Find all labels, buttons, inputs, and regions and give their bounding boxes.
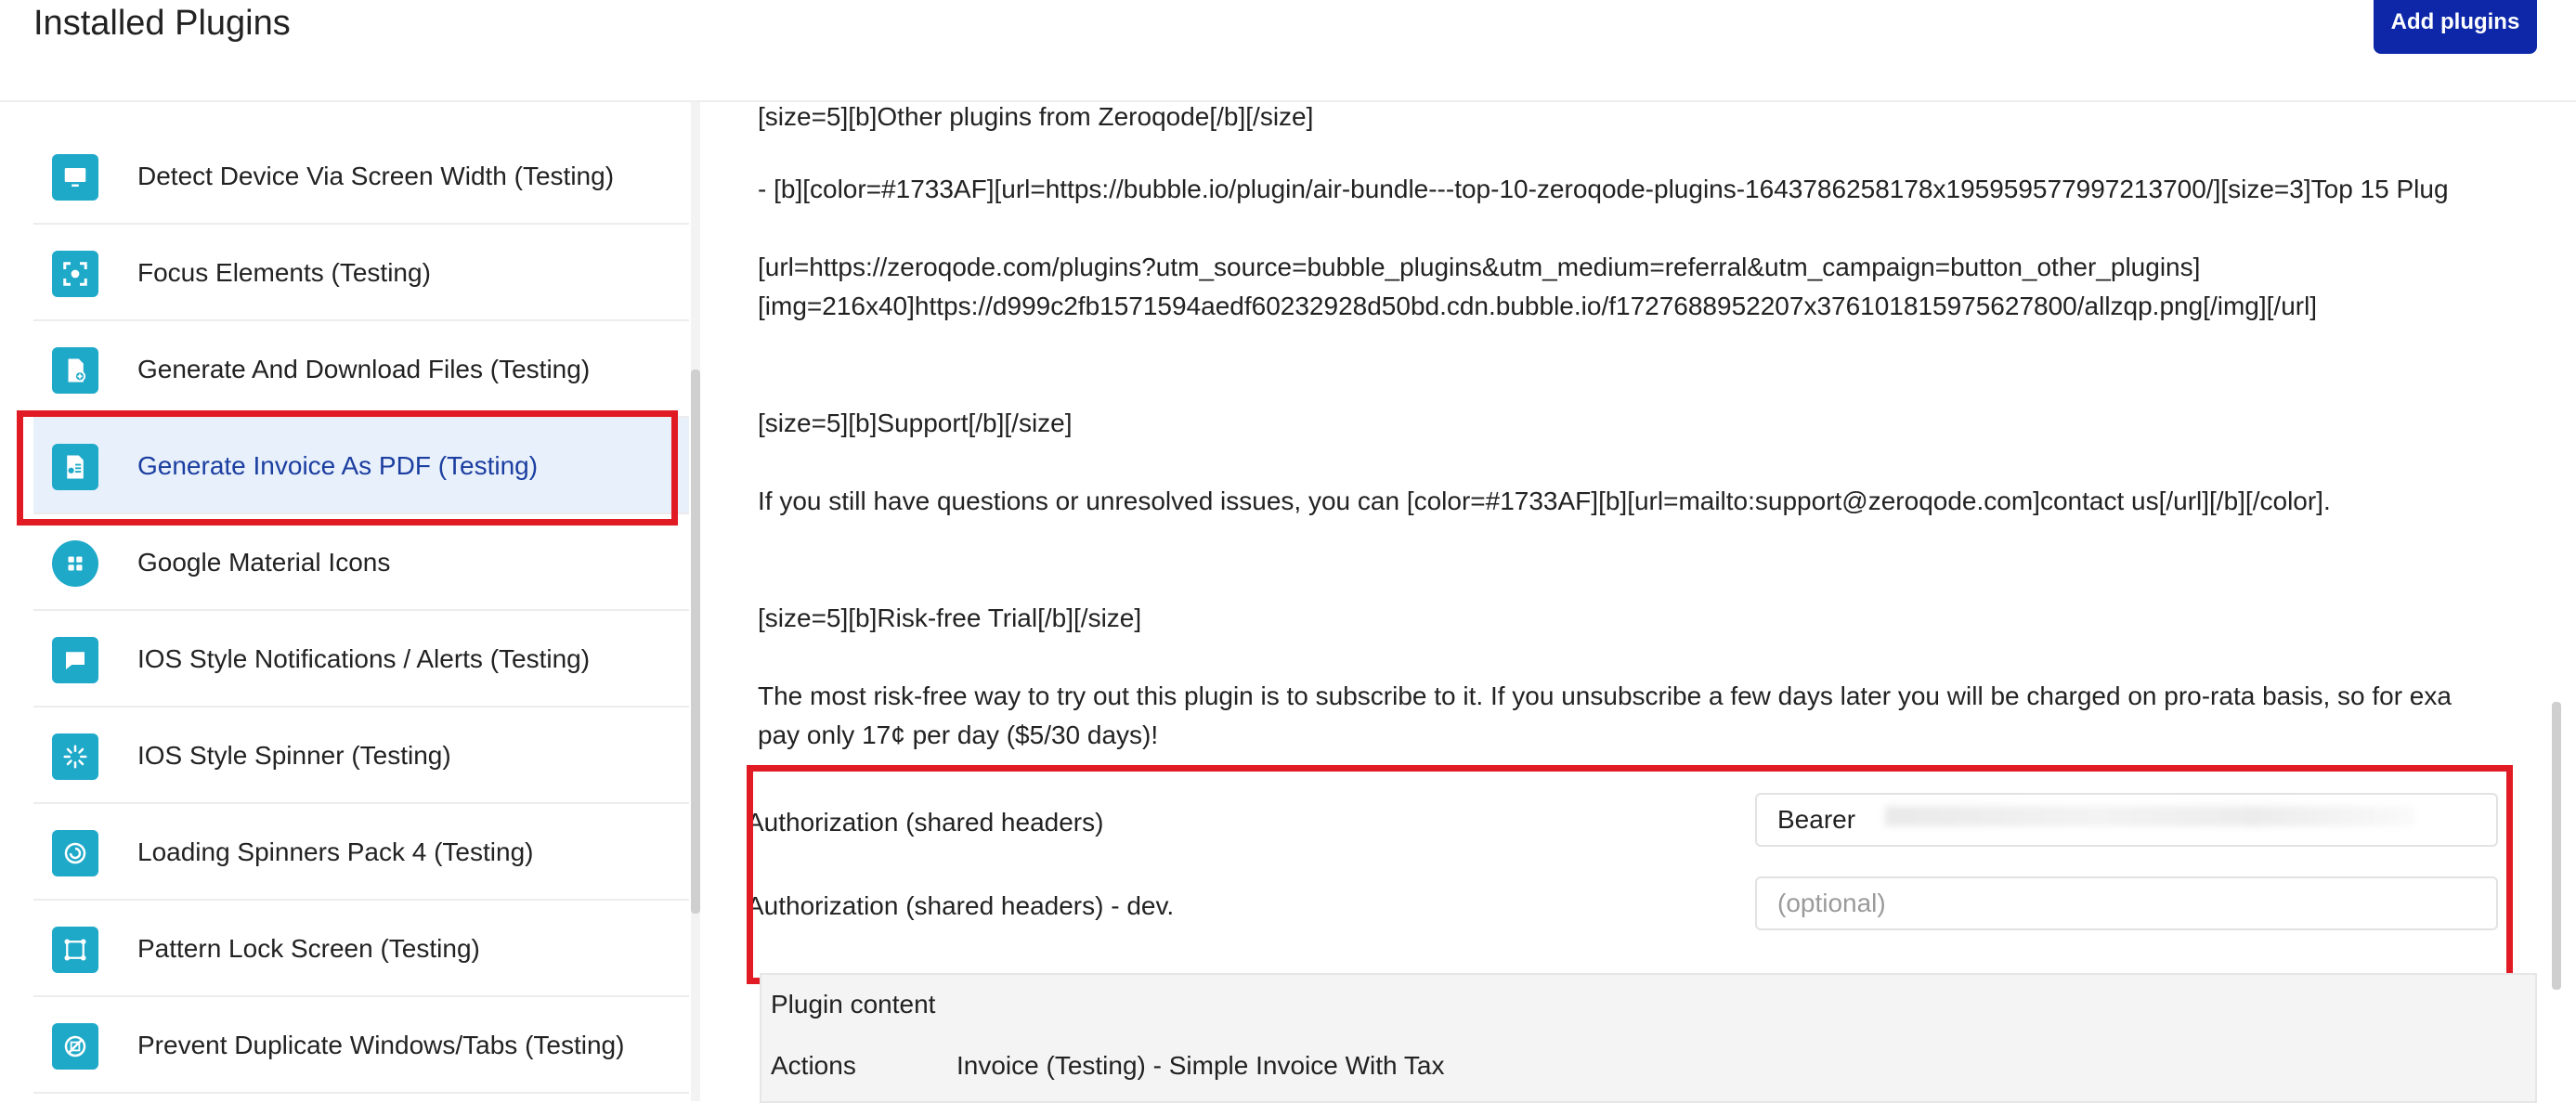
sidebar-item-label: Google Material Icons xyxy=(137,548,391,577)
monitor-icon xyxy=(52,154,98,201)
sidebar-item-label: IOS Style Spinner (Testing) xyxy=(137,741,451,770)
grid-icon xyxy=(52,540,98,587)
desc-line-support: If you still have questions or unresolve… xyxy=(758,487,2331,515)
sidebar-item-label: Focus Elements (Testing) xyxy=(137,258,431,287)
focus-icon xyxy=(52,251,98,297)
spinner-icon xyxy=(52,733,98,780)
sidebar-item-label: Prevent Duplicate Windows/Tabs (Testing) xyxy=(137,1031,625,1059)
sidebar-item-prevent-duplicate[interactable]: Prevent Duplicate Windows/Tabs (Testing) xyxy=(33,997,689,1094)
selected-item-highlight xyxy=(17,410,678,526)
sidebar-item-label: Pattern Lock Screen (Testing) xyxy=(137,934,480,963)
sidebar-item-google-material-icons[interactable]: Google Material Icons xyxy=(33,514,689,611)
actions-value[interactable]: Invoice (Testing) - Simple Invoice With … xyxy=(956,1051,1444,1081)
sidebar-item-label: Generate And Download Files (Testing) xyxy=(137,355,591,383)
add-plugins-button[interactable]: Add plugins xyxy=(2374,0,2537,54)
desc-line-trial-2: pay only 17¢ per day ($5/30 days)! xyxy=(758,720,1159,749)
desc-heading-trial: [size=5][b]Risk-free Trial[/b][/size] xyxy=(758,603,1142,632)
sidebar-item-ios-spinner[interactable]: IOS Style Spinner (Testing) xyxy=(33,707,689,804)
plugin-content-panel: Plugin content Actions Invoice (Testing)… xyxy=(760,973,2537,1103)
page-title: Installed Plugins xyxy=(33,4,291,43)
plugin-content-title: Plugin content xyxy=(771,990,936,1019)
pattern-icon xyxy=(52,927,98,973)
desc-line-img: [img=216x40]https://d999c2fb1571594aedf6… xyxy=(758,292,2318,320)
desc-line-top-plugins: - [b][color=#1733AF][url=https://bubble.… xyxy=(758,175,2449,203)
no-duplicate-icon xyxy=(52,1023,98,1070)
sidebar-item-label: Detect Device Via Screen Width (Testing) xyxy=(137,162,615,190)
page-header: Installed Plugins Add plugins xyxy=(0,0,2576,102)
sidebar-item-focus-elements[interactable]: Focus Elements (Testing) xyxy=(33,225,689,321)
sidebar-scrollbar[interactable] xyxy=(691,370,700,914)
desc-line-trial: The most risk-free way to try out this p… xyxy=(758,681,2452,710)
sidebar-item-generate-download[interactable]: Generate And Download Files (Testing) xyxy=(33,321,689,418)
chat-bubble-icon xyxy=(52,637,98,683)
desc-heading-other-plugins: [size=5][b]Other plugins from Zeroqode[/… xyxy=(758,102,1314,131)
sidebar-item-pattern-lock[interactable]: Pattern Lock Screen (Testing) xyxy=(33,901,689,997)
sidebar-item-ios-notifications[interactable]: IOS Style Notifications / Alerts (Testin… xyxy=(33,611,689,707)
desc-line-url: [url=https://zeroqode.com/plugins?utm_so… xyxy=(758,253,2201,281)
refresh-icon xyxy=(52,830,98,876)
sidebar-item-label: IOS Style Notifications / Alerts (Testin… xyxy=(137,644,591,673)
sidebar-item-detect-device[interactable]: Detect Device Via Screen Width (Testing) xyxy=(33,128,689,225)
desc-heading-support: [size=5][b]Support[/b][/size] xyxy=(758,409,1073,437)
settings-highlight xyxy=(747,765,2513,984)
file-download-icon xyxy=(52,347,98,394)
sidebar-item-loading-spinners[interactable]: Loading Spinners Pack 4 (Testing) xyxy=(33,804,689,901)
sidebar-item-label: Loading Spinners Pack 4 (Testing) xyxy=(137,837,534,866)
actions-label: Actions xyxy=(771,1051,856,1080)
main-scrollbar[interactable] xyxy=(2552,702,2561,990)
